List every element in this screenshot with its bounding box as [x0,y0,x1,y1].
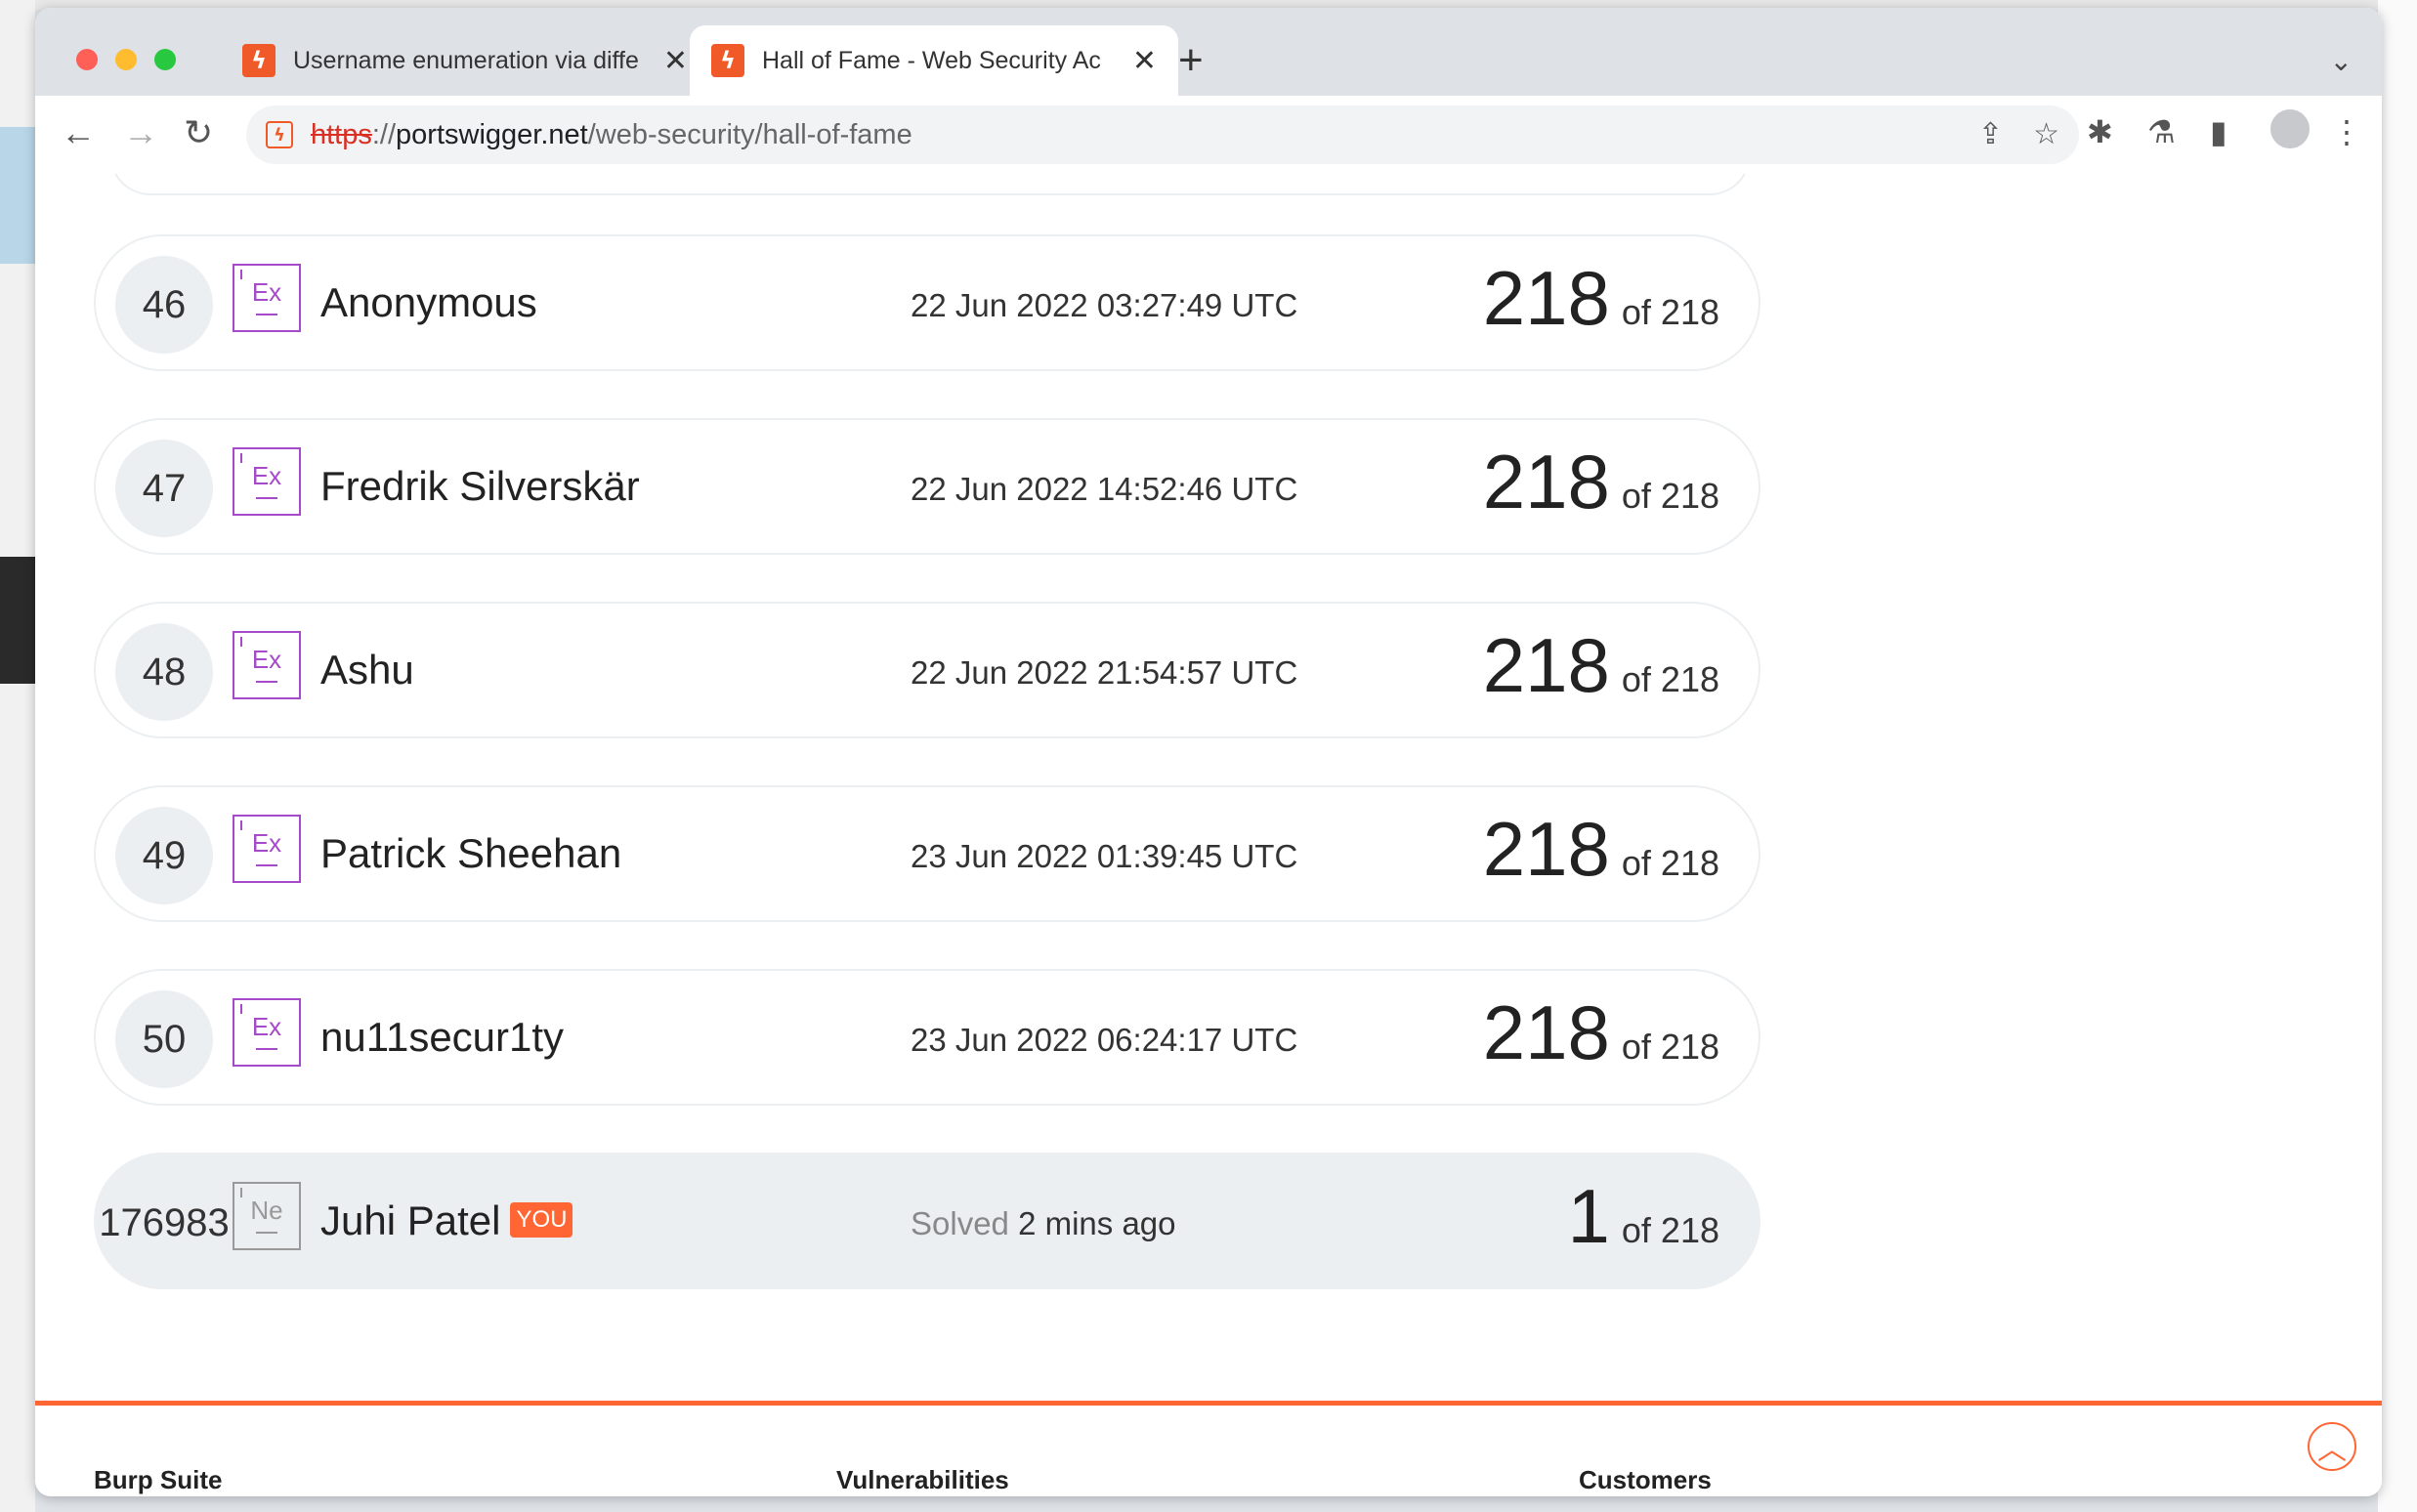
rank-number: 176983 [99,1200,230,1244]
user-name: Ashu [320,647,414,693]
more-menu-icon[interactable]: ⋮ [2331,113,2362,150]
expert-level-badge-icon: Ex [233,998,301,1067]
close-icon[interactable]: ✕ [1132,44,1157,78]
score: 1 of 218 [1567,1173,1719,1259]
previous-row-edge [109,174,1751,195]
rank-number: 49 [115,807,213,904]
forward-arrow-icon[interactable]: → [123,113,158,152]
rank-number: 48 [115,623,213,721]
user-name: nu11secur1ty [320,1014,565,1060]
score: 218 of 218 [1482,622,1719,708]
leaderboard-row: 48 Ex Ashu 22 Jun 2022 21:54:57 UTC 218 o… [94,602,1760,738]
you-badge: YOU [510,1201,573,1238]
scroll-to-top-icon[interactable]: ︿ [2308,1422,2356,1471]
score: 218 of 218 [1482,989,1719,1075]
browser-window: ϟ Username enumeration via diffe ✕ ϟ Hal… [35,8,2382,1496]
background-window-right [2378,0,2417,1512]
score: 218 of 218 [1482,255,1719,341]
leaderboard-row: 46 Ex Anonymous 22 Jun 2022 03:27:49 UTC… [94,234,1760,371]
rank-number: 47 [115,440,213,537]
tab-strip: ϟ Username enumeration via diffe ✕ ϟ Hal… [35,8,2382,96]
user-name: Juhi Patel YOU [320,1197,573,1244]
tab-title: Username enumeration via diffe [293,46,639,74]
footer-divider [35,1401,2382,1406]
footer-heading-vulnerabilities[interactable]: Vulnerabilities [836,1465,1009,1495]
side-panel-icon[interactable]: ▮ [2210,113,2227,150]
completion-date: 22 Jun 2022 14:52:46 UTC [911,471,1298,507]
bookmark-star-icon[interactable]: ☆ [2033,117,2059,151]
footer-heading-customers[interactable]: Customers [1579,1465,1712,1495]
expert-level-badge-icon: Ex [233,264,301,332]
page-content: 46 Ex Anonymous 22 Jun 2022 03:27:49 UTC… [35,174,2382,1496]
minimize-window-button[interactable] [115,49,137,70]
close-icon[interactable]: ✕ [663,44,688,78]
portswigger-icon: ϟ [242,44,276,77]
labs-flask-icon[interactable]: ⚗ [2147,113,2176,150]
user-name: Anonymous [320,279,537,325]
new-tab-button[interactable]: + [1178,37,1204,84]
url-text[interactable]: https://portswigger.net/web-security/hal… [311,119,912,151]
address-bar[interactable]: ϟ https://portswigger.net/web-security/h… [246,105,2079,164]
tab-username-enumeration[interactable]: ϟ Username enumeration via diffe ✕ [221,25,709,96]
leaderboard-row: 50 Ex nu11secur1ty 23 Jun 2022 06:24:17 … [94,969,1760,1106]
tab-title: Hall of Fame - Web Security Ac [762,46,1101,74]
user-name: Patrick Sheehan [320,830,622,876]
rank-number: 50 [115,990,213,1088]
profile-avatar-icon[interactable] [2270,109,2310,148]
reload-icon[interactable]: ↻ [184,113,213,152]
score: 218 of 218 [1482,439,1719,525]
chevron-down-icon[interactable]: ⌄ [2330,45,2353,77]
newbie-level-badge-icon: Ne [233,1182,301,1250]
browser-toolbar: ← → ↻ ϟ https://portswigger.net/web-secu… [35,96,2382,175]
close-window-button[interactable] [76,49,98,70]
completion-date: 22 Jun 2022 21:54:57 UTC [911,654,1298,691]
leaderboard-row: 47 Ex Fredrik Silverskär 22 Jun 2022 14:… [94,418,1760,555]
rank-number: 46 [115,256,213,354]
solved-time: Solved 2 mins ago [911,1205,1176,1241]
back-arrow-icon[interactable]: ← [61,113,96,152]
leaderboard-row: 49 Ex Patrick Sheehan 23 Jun 2022 01:39:… [94,785,1760,922]
footer-heading-burp-suite[interactable]: Burp Suite [94,1465,222,1495]
extensions-puzzle-icon[interactable]: ✱ [2087,113,2113,150]
tab-hall-of-fame[interactable]: ϟ Hall of Fame - Web Security Ac ✕ [690,25,1178,96]
score: 218 of 218 [1482,806,1719,892]
user-name: Fredrik Silverskär [320,463,640,509]
expert-level-badge-icon: Ex [233,631,301,699]
expert-level-badge-icon: Ex [233,447,301,516]
background-window [0,0,35,1512]
site-info-icon[interactable]: ϟ [266,121,293,148]
share-icon[interactable]: ⇪ [1978,117,2003,151]
portswigger-icon: ϟ [711,44,744,77]
zoom-window-button[interactable] [154,49,176,70]
current-user-row: 176983 Ne Juhi Patel YOU Solved 2 mins ag… [94,1153,1760,1289]
completion-date: 23 Jun 2022 01:39:45 UTC [911,838,1298,874]
completion-date: 22 Jun 2022 03:27:49 UTC [911,287,1298,323]
expert-level-badge-icon: Ex [233,815,301,883]
completion-date: 23 Jun 2022 06:24:17 UTC [911,1022,1298,1058]
